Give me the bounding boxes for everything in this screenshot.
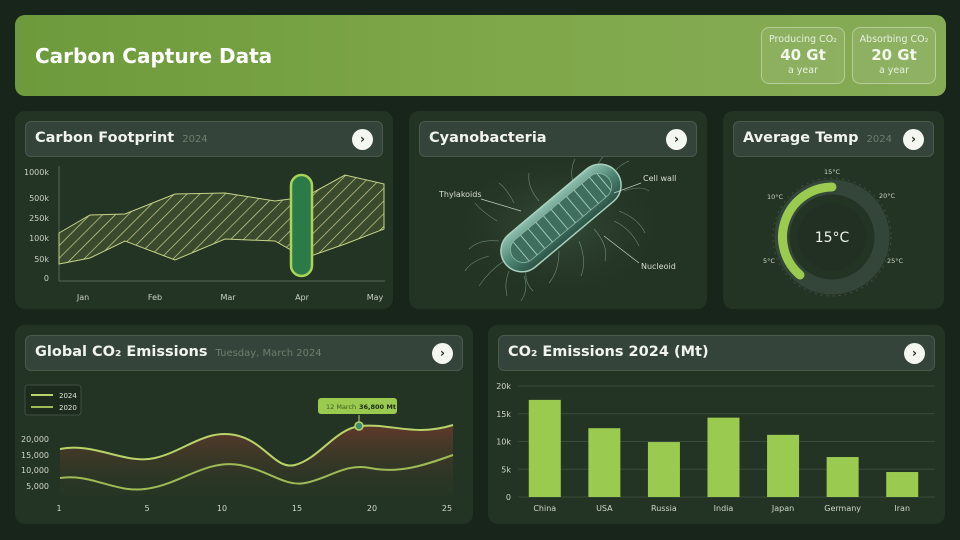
x-tick-label: Germany [824,504,861,513]
bar-iran[interactable] [886,472,919,497]
x-tick-label: May [367,293,384,302]
card-title: CO₂ Emissions 2024 (Mt) [508,344,709,360]
card-header: CO₂ Emissions 2024 (Mt) › [498,335,935,371]
tick-5: 5°C [763,257,775,265]
stat-label: Absorbing CO₂ [859,34,929,45]
y-tick-label: 250k [29,214,49,223]
x-tick-label: Japan [771,504,794,513]
tick-15: 15°C [824,168,841,176]
card-title: Cyanobacteria [429,130,547,146]
legend-label-2020: 2020 [59,404,77,412]
card-title: Average Temp [743,130,859,146]
x-tick-label: Russia [651,504,677,513]
stat-sub: a year [787,65,819,76]
bar-india[interactable] [707,417,740,497]
x-tick-label: Iran [894,504,910,513]
x-tick-label: Mar [220,293,236,302]
card-title: Carbon Footprint [35,130,175,146]
x-tick-label: 25 [442,504,452,513]
y-tick-label: 500k [29,194,49,203]
y-tick-label: 10k [496,438,511,447]
open-global-emissions-button[interactable]: › [432,343,453,364]
card-header: Cyanobacteria › [419,121,697,157]
card-title: Global CO₂ Emissions [35,344,208,360]
legend-label-2024: 2024 [59,392,77,400]
card-subtitle: 2024 [866,134,892,145]
tick-20: 20°C [879,192,896,200]
stat-sub: a year [878,65,910,76]
cyanobacteria-card: Thylakoids Cell wall Nucleoid Cyanobacte… [409,111,707,309]
y-tick-label: 15,000 [21,451,49,460]
card-subtitle: 2024 [182,134,208,145]
tick-10: 10°C [767,193,784,201]
x-tick-label: 1 [56,504,61,513]
y-tick-label: 5k [501,465,511,474]
global-emissions-card: 2024 2020 12 March 36,800 Mt 20,000 15,0… [15,325,473,524]
y-tick-label: 100k [29,234,49,243]
data-point-marker[interactable] [354,421,364,431]
x-tick-label: Jan [76,293,89,302]
y-tick-label: 20k [496,382,511,391]
x-tick-label: 5 [144,504,149,513]
x-tick-label: China [533,504,556,513]
x-tick-label: 15 [292,504,302,513]
card-header: Average Temp 2024 › [733,121,934,157]
x-tick-label: Apr [295,293,310,302]
card-header: Carbon Footprint 2024 › [25,121,383,157]
average-temp-card: 15°C 5°C 10°C 15°C 20°C 25°C Average Tem… [723,111,944,309]
tooltip-value: 36,800 Mt [359,403,396,411]
y-tick-label: 1000k [24,168,49,177]
bar-russia[interactable] [647,442,680,497]
nucleoid-label: Nucleoid [641,262,676,271]
stat-value: 20 Gt [871,46,917,64]
x-tick-label: USA [596,504,613,513]
y-tick-label: 20,000 [21,435,49,444]
x-tick-label: 20 [367,504,377,513]
y-tick-label: 0 [44,274,49,283]
bar-germany[interactable] [826,457,859,497]
x-tick-label: India [714,504,734,513]
bar-japan[interactable] [767,434,800,497]
bar-china[interactable] [528,399,561,497]
stat-value: 40 Gt [780,46,826,64]
card-subtitle: Tuesday, March 2024 [215,348,322,359]
highlight-bar-apr[interactable] [289,173,314,278]
stat-label: Producing CO₂ [769,34,837,45]
y-tick-label: 5,000 [26,482,49,491]
y-tick-label: 10,000 [21,466,49,475]
open-temp-button[interactable]: › [903,129,924,150]
open-cyanobacteria-button[interactable]: › [666,129,687,150]
stat-absorbing: Absorbing CO₂ 20 Gt a year [852,27,936,84]
card-header: Global CO₂ Emissions Tuesday, March 2024 … [25,335,463,371]
y-tick-label: 0 [506,493,511,502]
x-tick-label: 10 [217,504,227,513]
footprint-range-area [58,174,385,265]
stat-producing: Producing CO₂ 40 Gt a year [761,27,845,84]
y-tick-label: 50k [34,255,49,264]
temp-value: 15°C [815,230,850,246]
header-banner: Carbon Capture Data Producing CO₂ 40 Gt … [15,15,946,96]
tick-25: 25°C [887,257,904,265]
x-tick-label: Feb [148,293,162,302]
page-title: Carbon Capture Data [35,44,273,68]
bar-usa[interactable] [588,428,621,497]
carbon-footprint-card: 1000k 500k 250k 100k 50k 0 Jan Feb Mar A… [15,111,393,309]
tooltip-date: 12 March [326,403,356,411]
thylakoids-label: Thylakoids [438,190,482,199]
y-tick-label: 15k [496,410,511,419]
cell-wall-label: Cell wall [643,174,676,183]
emissions-bar-card: 20k 15k 10k 5k 0 China USA Russia India Japan Germ… [488,325,945,524]
series-2024-area [60,425,453,495]
open-emissions-button[interactable]: › [904,343,925,364]
open-footprint-button[interactable]: › [352,129,373,150]
